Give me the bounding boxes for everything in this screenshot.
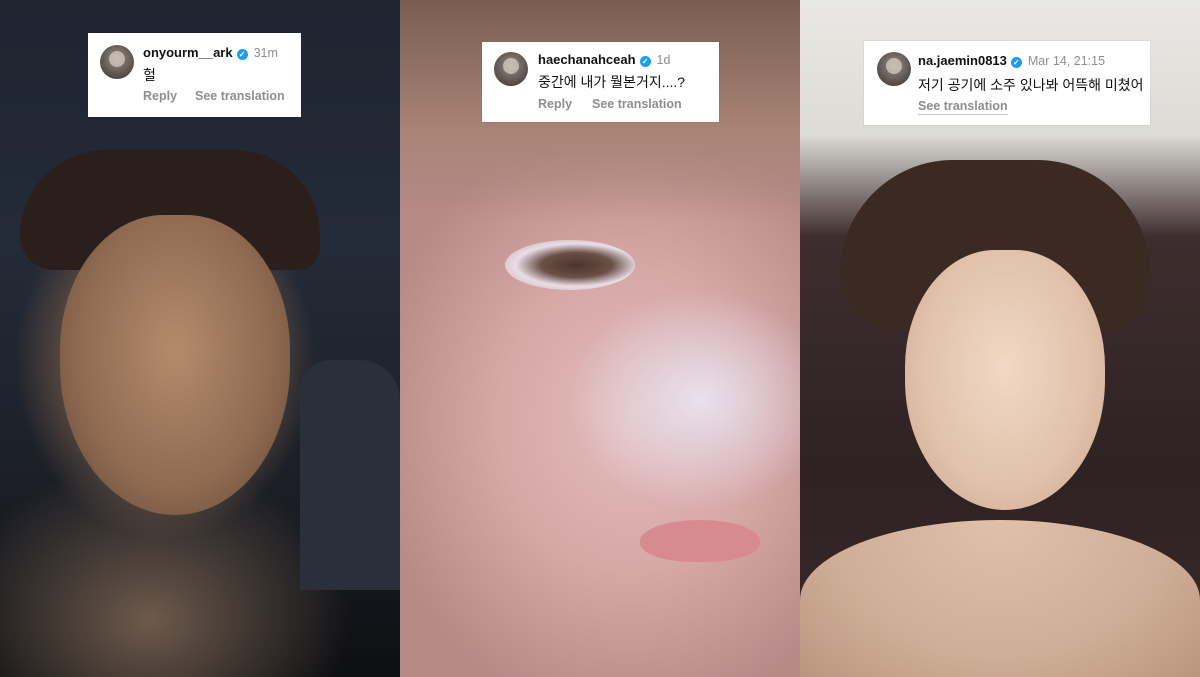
timestamp: 31m <box>253 46 278 60</box>
reply-button[interactable]: Reply <box>538 97 572 111</box>
reply-button[interactable]: Reply <box>143 89 177 103</box>
comment-card: haechanahceah ✓ 1d 중간에 내가 뭘본거지....? Reply … <box>482 42 719 122</box>
comment-header: onyourm__ark ✓ 31m <box>143 45 278 60</box>
comment-text: 저기 공기에 소주 있나봐 어뜩해 미쳤어 <box>918 77 1144 93</box>
username[interactable]: na.jaemin0813 <box>918 53 1007 68</box>
timestamp: Mar 14, 21:15 <box>1027 54 1106 68</box>
comment-text: 중간에 내가 뭘본거지....? <box>538 74 686 90</box>
comment-header: haechanahceah ✓ 1d <box>538 52 670 67</box>
comment-header: na.jaemin0813 ✓ Mar 14, 21:15 <box>918 53 1105 68</box>
building-silhouette <box>300 360 400 590</box>
verified-badge-icon: ✓ <box>639 56 651 67</box>
shoulders-shape <box>800 520 1200 677</box>
face-shape <box>905 250 1105 510</box>
username[interactable]: onyourm__ark <box>143 45 233 60</box>
avatar[interactable] <box>100 45 134 79</box>
face-shape <box>60 215 290 515</box>
see-translation-link[interactable]: See translation <box>195 89 285 103</box>
see-translation-link[interactable]: See translation <box>918 99 1008 115</box>
avatar[interactable] <box>877 52 911 86</box>
timestamp: 1d <box>656 53 671 67</box>
eye-shape <box>505 240 635 290</box>
verified-badge-icon: ✓ <box>1010 57 1022 68</box>
username[interactable]: haechanahceah <box>538 52 636 67</box>
lips-shape <box>640 520 760 562</box>
verified-badge-icon: ✓ <box>236 49 248 60</box>
comment-card: onyourm__ark ✓ 31m 헐 Reply See translation <box>88 33 301 117</box>
see-translation-link[interactable]: See translation <box>592 97 682 111</box>
comment-card: na.jaemin0813 ✓ Mar 14, 21:15 저기 공기에 소주 있나… <box>864 41 1150 125</box>
comment-text: 헐 <box>143 67 156 83</box>
avatar[interactable] <box>494 52 528 86</box>
